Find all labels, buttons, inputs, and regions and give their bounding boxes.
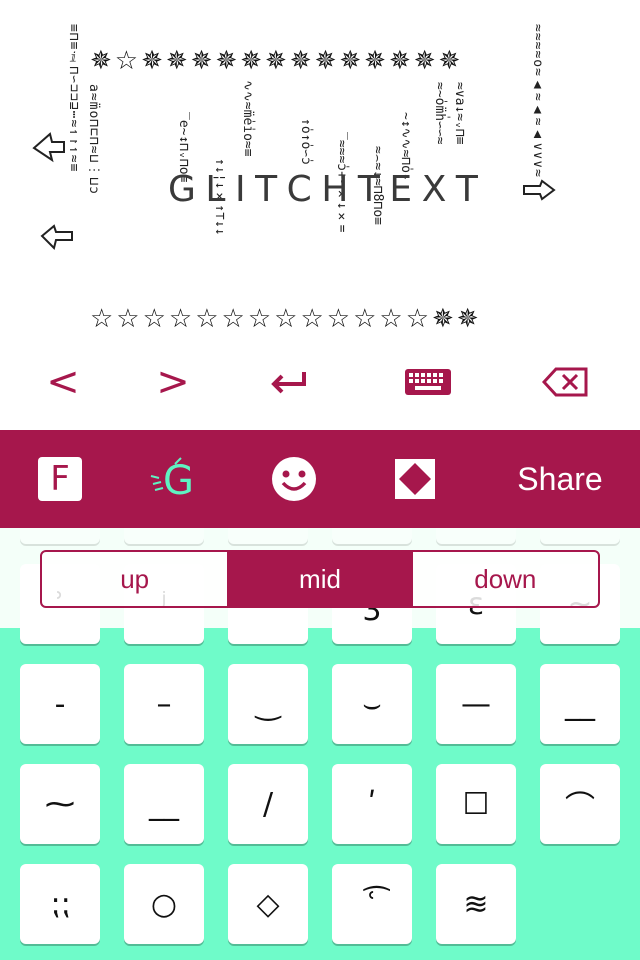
hand-icon bbox=[32, 132, 65, 163]
hand-icon bbox=[40, 224, 73, 250]
main-toolbar: F G Share bbox=[0, 430, 640, 528]
left-glitch-column-2: a≈m̈o⊓⊏⊓≈⊔⋮⊔ɔ bbox=[86, 84, 101, 196]
key[interactable]: ʿ͡ bbox=[332, 864, 412, 944]
star-border-bottom-text: ☆☆☆☆☆☆☆☆☆☆☆☆☆✵✵ bbox=[90, 304, 482, 334]
cursor-right-button[interactable]: > bbox=[148, 356, 198, 408]
key[interactable] bbox=[20, 528, 100, 544]
key[interactable]: - bbox=[20, 664, 100, 744]
glitch-letter: T bbox=[357, 169, 380, 210]
glitch-g-icon: G bbox=[150, 457, 194, 504]
emoji-button[interactable] bbox=[264, 430, 324, 528]
key[interactable]: ⁓ bbox=[20, 764, 100, 844]
key[interactable]: ☐ bbox=[436, 764, 516, 844]
position-mid-option[interactable]: mid bbox=[227, 552, 413, 606]
share-label: Share bbox=[517, 460, 603, 497]
star-border-top: ✵☆✵✵✵✵✵✵✵✵✵✵✵✵✵ bbox=[90, 46, 540, 76]
return-icon bbox=[271, 372, 306, 394]
key[interactable]: ʹ bbox=[332, 764, 412, 844]
glitch-preview-canvas: ✵☆✵✵✵✵✵✵✵✵✵✵✵✵✵ ☆☆☆☆☆☆☆☆☆☆☆☆☆✵✵ ≡⊓≡ⅈ⊓∽⊐⊐… bbox=[0, 0, 640, 345]
return-button[interactable] bbox=[262, 356, 314, 408]
key[interactable] bbox=[228, 528, 308, 544]
glitch-letter: T bbox=[255, 169, 278, 210]
key[interactable]: — bbox=[436, 664, 516, 744]
key[interactable]: / bbox=[228, 764, 308, 844]
glitch-marks-h: ‾≈≈≈ɔ̍+∽×↓×= bbox=[334, 132, 349, 233]
glitch-letter: E bbox=[389, 169, 413, 210]
key[interactable]: ⌣ bbox=[332, 664, 412, 744]
key[interactable]: ⁏⁏ bbox=[20, 864, 100, 944]
key[interactable]: __ bbox=[540, 664, 620, 744]
hand-icon bbox=[523, 179, 556, 201]
glitch-letter: X bbox=[421, 169, 447, 210]
position-up-option[interactable]: up bbox=[42, 552, 227, 606]
glitch-letter: I bbox=[235, 169, 246, 210]
key[interactable]: ○ bbox=[124, 864, 204, 944]
key[interactable]: ≋ bbox=[436, 864, 516, 944]
edit-controls: < > bbox=[0, 350, 640, 414]
glitch-letter: H bbox=[321, 169, 349, 210]
key[interactable]: ⌒ bbox=[540, 764, 620, 844]
cursor-left-button[interactable]: < bbox=[38, 356, 88, 408]
key[interactable]: __ bbox=[124, 764, 204, 844]
glitch-marks-x: ≈~o̍m̈h̍∽∽≈ bbox=[432, 82, 447, 145]
glitch-letter: T bbox=[455, 169, 478, 210]
position-down-option[interactable]: down bbox=[413, 552, 598, 606]
star-border-bottom: ☆☆☆☆☆☆☆☆☆☆☆☆☆✵✵ bbox=[90, 304, 540, 334]
glitch-letter: L bbox=[205, 169, 226, 210]
glitch-text: G L I T C H T E X T bbox=[168, 168, 478, 212]
frame-button[interactable] bbox=[390, 430, 440, 528]
smiley-icon bbox=[272, 457, 316, 501]
backspace-icon bbox=[542, 367, 588, 397]
key[interactable] bbox=[540, 528, 620, 544]
glitch-marks-t: ≈⌢≈↓≈⊓8⊓o≡ bbox=[370, 146, 385, 225]
keyboard-icon bbox=[405, 369, 451, 395]
glitch-letter: G bbox=[168, 169, 196, 210]
share-button[interactable]: Share bbox=[508, 430, 612, 528]
key[interactable] bbox=[332, 528, 412, 544]
key[interactable]: ‿ bbox=[228, 664, 308, 744]
mark-position-selector: up mid down bbox=[40, 550, 600, 608]
key[interactable]: – bbox=[124, 664, 204, 744]
svg-text:G: G bbox=[163, 458, 194, 504]
diamond-frame-icon bbox=[395, 459, 435, 499]
key[interactable] bbox=[124, 528, 204, 544]
glitch-button[interactable]: G bbox=[140, 430, 210, 528]
star-border-top-text: ✵☆✵✵✵✵✵✵✵✵✵✵✵✵✵ bbox=[90, 46, 464, 76]
right-glitch-column: ≈≈≈≈o≈▲≈▲≈▲∨∨∨≈ bbox=[530, 24, 545, 178]
left-glitch-column: ≡⊓≡ⅈ⊓∽⊐⊐⊒⋯≈↿↾↿≈≡ bbox=[66, 24, 81, 173]
font-button[interactable]: F bbox=[38, 457, 82, 501]
glitch-letter: C bbox=[286, 169, 312, 210]
keyboard-button[interactable] bbox=[400, 356, 456, 408]
key[interactable]: ◇ bbox=[228, 864, 308, 944]
key[interactable] bbox=[436, 528, 516, 544]
delete-button[interactable] bbox=[540, 356, 590, 408]
